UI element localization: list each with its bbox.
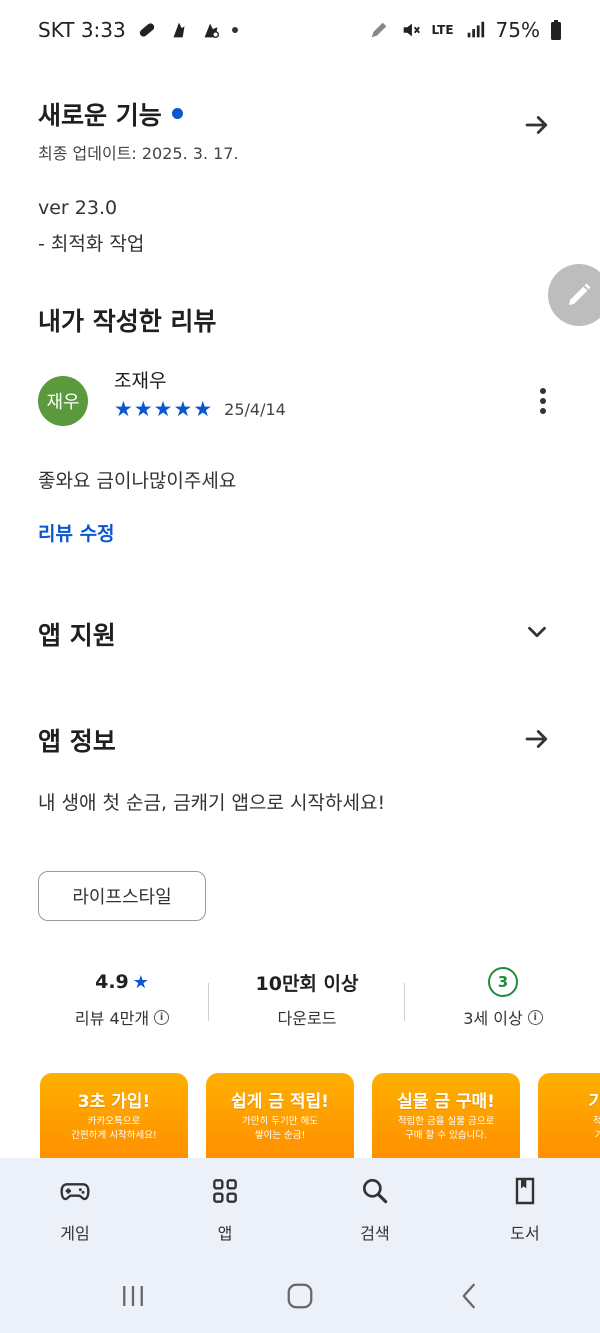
info-icon: i (527, 1009, 543, 1025)
rating-label: 리뷰 4만개 (74, 1009, 150, 1028)
app-notification-icon (200, 19, 222, 41)
reviewer-name: 조재우 (114, 370, 167, 392)
system-navigation-bar (0, 1258, 600, 1333)
review-date: 25/4/14 (224, 400, 286, 419)
whats-new-arrow-button[interactable] (520, 108, 554, 142)
star-icon: ★ (114, 397, 133, 421)
age-rating-stat[interactable]: 3 3세 이상 i (403, 965, 600, 1029)
my-review-title: 내가 작성한 리뷰 (38, 307, 217, 336)
recent-apps-icon (123, 1286, 143, 1306)
release-notes: - 최적화 작업 (38, 233, 145, 255)
star-icon: ★ (173, 397, 193, 421)
downloads-label: 다운로드 (277, 1009, 337, 1028)
category-chip[interactable]: 라이프스타일 (38, 871, 206, 921)
version-text: ver 23.0 (38, 197, 118, 219)
nav-item-books[interactable]: 도서 (465, 1158, 585, 1258)
arrow-right-icon (525, 730, 548, 748)
kebab-dot (540, 388, 546, 394)
screenshot-card[interactable]: 3초 가입! 카카오톡으로 간편하게 시작하세요! (40, 1073, 188, 1163)
screenshot-title: 3초 가입! (77, 1092, 151, 1112)
app-notification-icon (168, 19, 190, 41)
screenshot-card[interactable]: 쉽게 금 적립! 가만히 두기만 해도 쌓이는 순금! (206, 1073, 354, 1163)
review-text: 좋와요 금이나많이주세요 (38, 470, 237, 492)
star-icon: ★ (133, 397, 153, 421)
home-icon (287, 1283, 313, 1309)
info-icon: i (154, 1009, 170, 1025)
app-stats-row: 4.9 ★ 리뷰 4만개 i 10만회 이상 다운로드 3 3세 이상 i (0, 965, 600, 1045)
nav-label: 앱 (217, 1224, 233, 1243)
pen-icon (368, 19, 390, 41)
nav-label: 게임 (60, 1224, 90, 1243)
battery-icon (550, 19, 562, 41)
screenshot-desc: 적립한 금 기프티콘 (593, 1116, 600, 1141)
battery-percent: 75% (495, 18, 540, 42)
age-rating-badge: 3 (488, 967, 518, 997)
chevron-down-icon (528, 626, 546, 638)
signal-icon (464, 19, 486, 41)
app-info-title: 앱 정보 (38, 727, 116, 756)
kebab-dot (540, 398, 546, 404)
screenshot-title: 기프티 (588, 1092, 600, 1112)
home-button[interactable] (280, 1276, 320, 1316)
gamepad-icon (58, 1174, 92, 1208)
screenshot-card[interactable]: 기프티 적립한 금 기프티콘 (538, 1073, 600, 1163)
back-button[interactable] (450, 1276, 490, 1316)
review-header: 조재우 ★ ★ ★ ★ ★ 25/4/14 (114, 366, 286, 420)
reviewer-avatar: 재우 (38, 376, 88, 426)
nav-item-games[interactable]: 게임 (15, 1158, 135, 1258)
nav-item-apps[interactable]: 앱 (165, 1158, 285, 1258)
recent-apps-button[interactable] (113, 1276, 153, 1316)
whats-new-section: 새로운 기능 최종 업데이트: 2025. 3. 17. ver 23.0 - … (38, 96, 562, 256)
search-icon (358, 1174, 392, 1208)
review-rating-stars: ★ ★ ★ ★ ★ (114, 399, 212, 420)
back-icon (462, 1283, 475, 1309)
status-bar: SKT 3:33 LTE 75% (0, 0, 600, 60)
mute-icon (400, 19, 422, 41)
my-review-section: 내가 작성한 리뷰 (38, 302, 562, 338)
app-support-section[interactable]: 앱 지원 (38, 616, 562, 652)
status-carrier-time: SKT 3:33 (38, 18, 126, 42)
app-support-title: 앱 지원 (38, 621, 116, 650)
kebab-dot (540, 408, 546, 414)
downloads-stat: 10만회 이상 다운로드 (207, 965, 407, 1029)
screenshot-card[interactable]: 실물 금 구매! 적립한 금을 실물 금으로 구매 할 수 있습니다. (372, 1073, 520, 1163)
nav-label: 도서 (510, 1224, 540, 1243)
screenshot-title: 실물 금 구매! (397, 1092, 495, 1112)
apps-grid-icon (208, 1174, 242, 1208)
age-rating-label: 3세 이상 (463, 1009, 523, 1028)
downloads-value: 10만회 이상 (255, 972, 359, 995)
book-icon (508, 1174, 542, 1208)
screenshot-title: 쉽게 금 적립! (231, 1092, 329, 1112)
more-notifications-dot (231, 27, 238, 33)
pencil-icon (569, 283, 591, 305)
star-icon: ★ (193, 397, 213, 421)
screenshot-desc: 가만히 두기만 해도 쌓이는 순금! (242, 1116, 318, 1141)
bottom-navigation: 게임 앱 검색 도서 (0, 1158, 600, 1258)
pill-icon (136, 19, 158, 41)
last-updated: 최종 업데이트: 2025. 3. 17. (38, 144, 239, 163)
star-icon: ★ (153, 397, 173, 421)
app-support-expand-button[interactable] (520, 615, 554, 649)
whats-new-heading: 새로운 기능 (38, 96, 562, 132)
app-description: 내 생애 첫 순금, 금캐기 앱으로 시작하세요! (38, 792, 386, 814)
arrow-right-icon (525, 116, 548, 134)
app-info-arrow-button[interactable] (520, 722, 554, 756)
nav-label: 검색 (360, 1224, 390, 1243)
screenshot-desc: 적립한 금을 실물 금으로 구매 할 수 있습니다. (397, 1116, 495, 1141)
screenshot-carousel[interactable]: 3초 가입! 카카오톡으로 간편하게 시작하세요! 쉽게 금 적립! 가만히 두… (40, 1073, 600, 1163)
review-more-options-button[interactable] (530, 384, 556, 418)
nav-item-search[interactable]: 검색 (315, 1158, 435, 1258)
rating-stat[interactable]: 4.9 ★ 리뷰 4만개 i (22, 965, 222, 1029)
app-info-section: 앱 정보 내 생애 첫 순금, 금캐기 앱으로 시작하세요! (38, 722, 562, 815)
rating-value: 4.9 (95, 971, 129, 993)
screenshot-desc: 카카오톡으로 간편하게 시작하세요! (71, 1116, 157, 1141)
new-indicator-dot (171, 107, 183, 119)
whats-new-title: 새로운 기능 (38, 101, 162, 130)
network-type: LTE (431, 23, 454, 37)
edit-review-link[interactable]: 리뷰 수정 (38, 519, 115, 546)
star-icon: ★ (132, 971, 149, 993)
